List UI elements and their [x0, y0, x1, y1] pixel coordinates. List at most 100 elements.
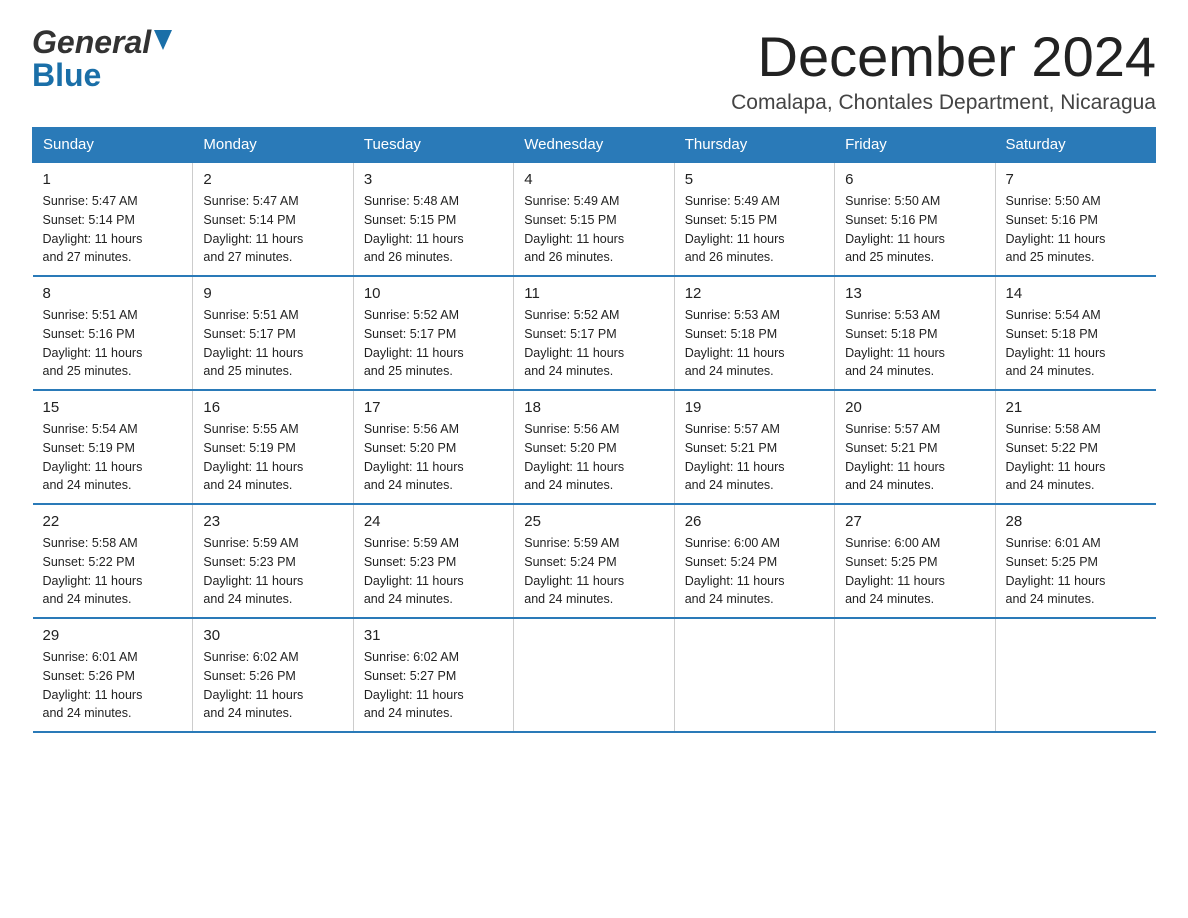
day-number: 11: [524, 285, 663, 302]
day-info: Sunrise: 6:01 AM Sunset: 5:25 PM Dayligh…: [1006, 534, 1146, 609]
calendar-cell: 4 Sunrise: 5:49 AM Sunset: 5:15 PM Daylig…: [514, 162, 674, 276]
calendar-cell: 1 Sunrise: 5:47 AM Sunset: 5:14 PM Daylig…: [33, 162, 193, 276]
calendar-cell: 20 Sunrise: 5:57 AM Sunset: 5:21 PM Dayli…: [835, 390, 995, 504]
weekday-header-saturday: Saturday: [995, 128, 1155, 163]
day-info: Sunrise: 6:00 AM Sunset: 5:25 PM Dayligh…: [845, 534, 984, 609]
calendar-cell: 3 Sunrise: 5:48 AM Sunset: 5:15 PM Daylig…: [353, 162, 513, 276]
day-number: 16: [203, 399, 342, 416]
calendar-cell: 15 Sunrise: 5:54 AM Sunset: 5:19 PM Dayli…: [33, 390, 193, 504]
day-number: 15: [43, 399, 183, 416]
day-info: Sunrise: 5:54 AM Sunset: 5:19 PM Dayligh…: [43, 420, 183, 495]
calendar-cell: 10Sunrise: 5:52 AM Sunset: 5:17 PM Dayli…: [353, 276, 513, 390]
day-number: 30: [203, 627, 342, 644]
day-info: Sunrise: 5:50 AM Sunset: 5:16 PM Dayligh…: [1006, 192, 1146, 267]
day-number: 24: [364, 513, 503, 530]
day-info: Sunrise: 5:57 AM Sunset: 5:21 PM Dayligh…: [685, 420, 824, 495]
day-number: 23: [203, 513, 342, 530]
calendar-cell: 5 Sunrise: 5:49 AM Sunset: 5:15 PM Daylig…: [674, 162, 834, 276]
day-info: Sunrise: 5:48 AM Sunset: 5:15 PM Dayligh…: [364, 192, 503, 267]
calendar-table: SundayMondayTuesdayWednesdayThursdayFrid…: [32, 127, 1156, 733]
weekday-header-wednesday: Wednesday: [514, 128, 674, 163]
location-subtitle: Comalapa, Chontales Department, Nicaragu…: [731, 91, 1156, 115]
day-info: Sunrise: 5:51 AM Sunset: 5:17 PM Dayligh…: [203, 306, 342, 381]
day-info: Sunrise: 5:52 AM Sunset: 5:17 PM Dayligh…: [524, 306, 663, 381]
day-number: 22: [43, 513, 183, 530]
calendar-cell: 9 Sunrise: 5:51 AM Sunset: 5:17 PM Daylig…: [193, 276, 353, 390]
day-info: Sunrise: 5:56 AM Sunset: 5:20 PM Dayligh…: [364, 420, 503, 495]
day-info: Sunrise: 5:59 AM Sunset: 5:24 PM Dayligh…: [524, 534, 663, 609]
day-info: Sunrise: 5:58 AM Sunset: 5:22 PM Dayligh…: [43, 534, 183, 609]
calendar-week-row: 29 Sunrise: 6:01 AM Sunset: 5:26 PM Dayli…: [33, 618, 1156, 732]
day-number: 20: [845, 399, 984, 416]
calendar-week-row: 15 Sunrise: 5:54 AM Sunset: 5:19 PM Dayli…: [33, 390, 1156, 504]
calendar-cell: 8 Sunrise: 5:51 AM Sunset: 5:16 PM Daylig…: [33, 276, 193, 390]
weekday-header-thursday: Thursday: [674, 128, 834, 163]
day-number: 14: [1006, 285, 1146, 302]
calendar-cell: 6 Sunrise: 5:50 AM Sunset: 5:16 PM Daylig…: [835, 162, 995, 276]
day-number: 19: [685, 399, 824, 416]
logo-arrow-icon: [154, 30, 172, 55]
day-number: 1: [43, 171, 183, 188]
calendar-cell: 13 Sunrise: 5:53 AM Sunset: 5:18 PM Dayli…: [835, 276, 995, 390]
logo: General Blue: [32, 24, 172, 94]
day-number: 12: [685, 285, 824, 302]
day-number: 4: [524, 171, 663, 188]
day-number: 2: [203, 171, 342, 188]
day-number: 21: [1006, 399, 1146, 416]
day-number: 6: [845, 171, 984, 188]
weekday-header-monday: Monday: [193, 128, 353, 163]
weekday-header-friday: Friday: [835, 128, 995, 163]
day-number: 3: [364, 171, 503, 188]
page-header: General Blue December 2024 Comalapa, Cho…: [32, 24, 1156, 115]
day-info: Sunrise: 5:57 AM Sunset: 5:21 PM Dayligh…: [845, 420, 984, 495]
calendar-cell: [995, 618, 1155, 732]
day-info: Sunrise: 5:50 AM Sunset: 5:16 PM Dayligh…: [845, 192, 984, 267]
day-info: Sunrise: 5:58 AM Sunset: 5:22 PM Dayligh…: [1006, 420, 1146, 495]
day-number: 29: [43, 627, 183, 644]
calendar-cell: 18Sunrise: 5:56 AM Sunset: 5:20 PM Dayli…: [514, 390, 674, 504]
calendar-cell: 21 Sunrise: 5:58 AM Sunset: 5:22 PM Dayli…: [995, 390, 1155, 504]
calendar-cell: 2 Sunrise: 5:47 AM Sunset: 5:14 PM Daylig…: [193, 162, 353, 276]
calendar-cell: 14 Sunrise: 5:54 AM Sunset: 5:18 PM Dayli…: [995, 276, 1155, 390]
day-number: 27: [845, 513, 984, 530]
calendar-cell: 31 Sunrise: 6:02 AM Sunset: 5:27 PM Dayli…: [353, 618, 513, 732]
weekday-header-sunday: Sunday: [33, 128, 193, 163]
day-number: 9: [203, 285, 342, 302]
day-info: Sunrise: 5:49 AM Sunset: 5:15 PM Dayligh…: [685, 192, 824, 267]
day-number: 26: [685, 513, 824, 530]
day-info: Sunrise: 6:02 AM Sunset: 5:26 PM Dayligh…: [203, 648, 342, 723]
calendar-cell: [835, 618, 995, 732]
day-number: 31: [364, 627, 503, 644]
day-info: Sunrise: 5:52 AM Sunset: 5:17 PM Dayligh…: [364, 306, 503, 381]
weekday-header-row: SundayMondayTuesdayWednesdayThursdayFrid…: [33, 128, 1156, 163]
day-info: Sunrise: 5:51 AM Sunset: 5:16 PM Dayligh…: [43, 306, 183, 381]
day-info: Sunrise: 5:59 AM Sunset: 5:23 PM Dayligh…: [203, 534, 342, 609]
day-info: Sunrise: 6:01 AM Sunset: 5:26 PM Dayligh…: [43, 648, 183, 723]
calendar-cell: 16Sunrise: 5:55 AM Sunset: 5:19 PM Dayli…: [193, 390, 353, 504]
calendar-cell: 27 Sunrise: 6:00 AM Sunset: 5:25 PM Dayli…: [835, 504, 995, 618]
day-info: Sunrise: 5:53 AM Sunset: 5:18 PM Dayligh…: [845, 306, 984, 381]
day-info: Sunrise: 5:49 AM Sunset: 5:15 PM Dayligh…: [524, 192, 663, 267]
calendar-cell: 22 Sunrise: 5:58 AM Sunset: 5:22 PM Dayli…: [33, 504, 193, 618]
day-info: Sunrise: 5:47 AM Sunset: 5:14 PM Dayligh…: [203, 192, 342, 267]
weekday-header-tuesday: Tuesday: [353, 128, 513, 163]
calendar-cell: [514, 618, 674, 732]
day-info: Sunrise: 5:53 AM Sunset: 5:18 PM Dayligh…: [685, 306, 824, 381]
calendar-cell: 26Sunrise: 6:00 AM Sunset: 5:24 PM Dayli…: [674, 504, 834, 618]
calendar-cell: 7Sunrise: 5:50 AM Sunset: 5:16 PM Daylig…: [995, 162, 1155, 276]
day-number: 13: [845, 285, 984, 302]
day-info: Sunrise: 6:02 AM Sunset: 5:27 PM Dayligh…: [364, 648, 503, 723]
calendar-cell: 25 Sunrise: 5:59 AM Sunset: 5:24 PM Dayli…: [514, 504, 674, 618]
calendar-cell: 12 Sunrise: 5:53 AM Sunset: 5:18 PM Dayli…: [674, 276, 834, 390]
day-info: Sunrise: 5:54 AM Sunset: 5:18 PM Dayligh…: [1006, 306, 1146, 381]
day-number: 25: [524, 513, 663, 530]
calendar-cell: 23 Sunrise: 5:59 AM Sunset: 5:23 PM Dayli…: [193, 504, 353, 618]
month-title: December 2024: [731, 24, 1156, 89]
day-number: 5: [685, 171, 824, 188]
day-info: Sunrise: 5:47 AM Sunset: 5:14 PM Dayligh…: [43, 192, 183, 267]
calendar-cell: 24Sunrise: 5:59 AM Sunset: 5:23 PM Dayli…: [353, 504, 513, 618]
day-number: 8: [43, 285, 183, 302]
day-number: 17: [364, 399, 503, 416]
logo-blue-text: Blue: [32, 57, 101, 93]
calendar-cell: 11 Sunrise: 5:52 AM Sunset: 5:17 PM Dayli…: [514, 276, 674, 390]
